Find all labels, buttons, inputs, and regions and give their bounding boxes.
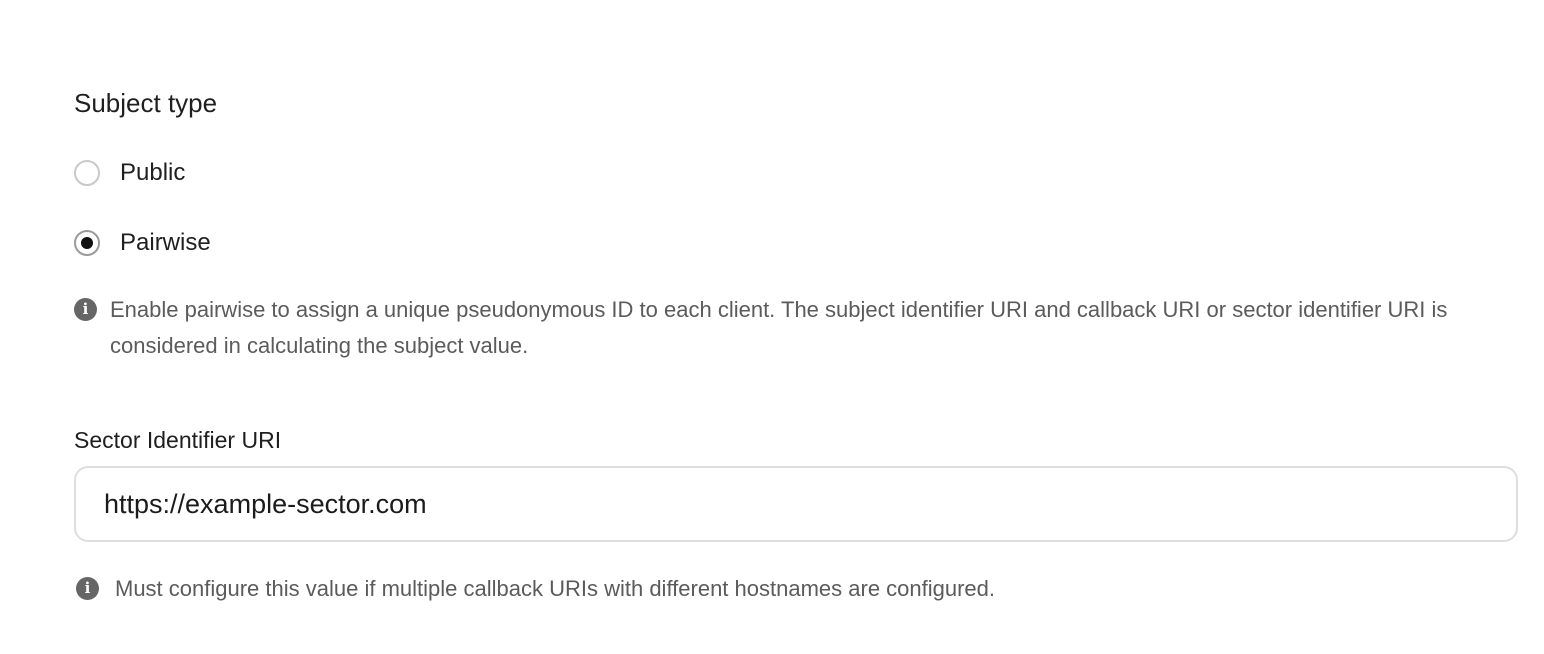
sector-identifier-field[interactable]: [74, 466, 1518, 542]
pairwise-radio-label[interactable]: Pairwise: [120, 228, 211, 258]
pairwise-hint: i Enable pairwise to assign a unique pse…: [74, 292, 1514, 364]
public-radio-label[interactable]: Public: [120, 158, 185, 188]
info-circle-icon: i: [76, 577, 99, 600]
sector-identifier-label: Sector Identifier URI: [74, 427, 282, 453]
pairwise-hint-text: Enable pairwise to assign a unique pseud…: [110, 297, 1448, 358]
radio-selected-dot: [81, 237, 93, 249]
subject-type-title: Subject type: [74, 88, 218, 118]
sector-identifier-input[interactable]: [76, 488, 1516, 520]
pairwise-radio[interactable]: [74, 230, 100, 256]
info-circle-icon: i: [74, 298, 97, 321]
sector-identifier-hint-text: Must configure this value if multiple ca…: [115, 576, 996, 601]
sector-identifier-hint: i Must configure this value if multiple …: [76, 571, 1516, 607]
subject-type-settings: Subject type Public Pairwise i Enable pa…: [0, 0, 1544, 654]
radio-option-public[interactable]: Public: [74, 158, 185, 188]
public-radio[interactable]: [74, 160, 100, 186]
radio-option-pairwise[interactable]: Pairwise: [74, 228, 211, 258]
